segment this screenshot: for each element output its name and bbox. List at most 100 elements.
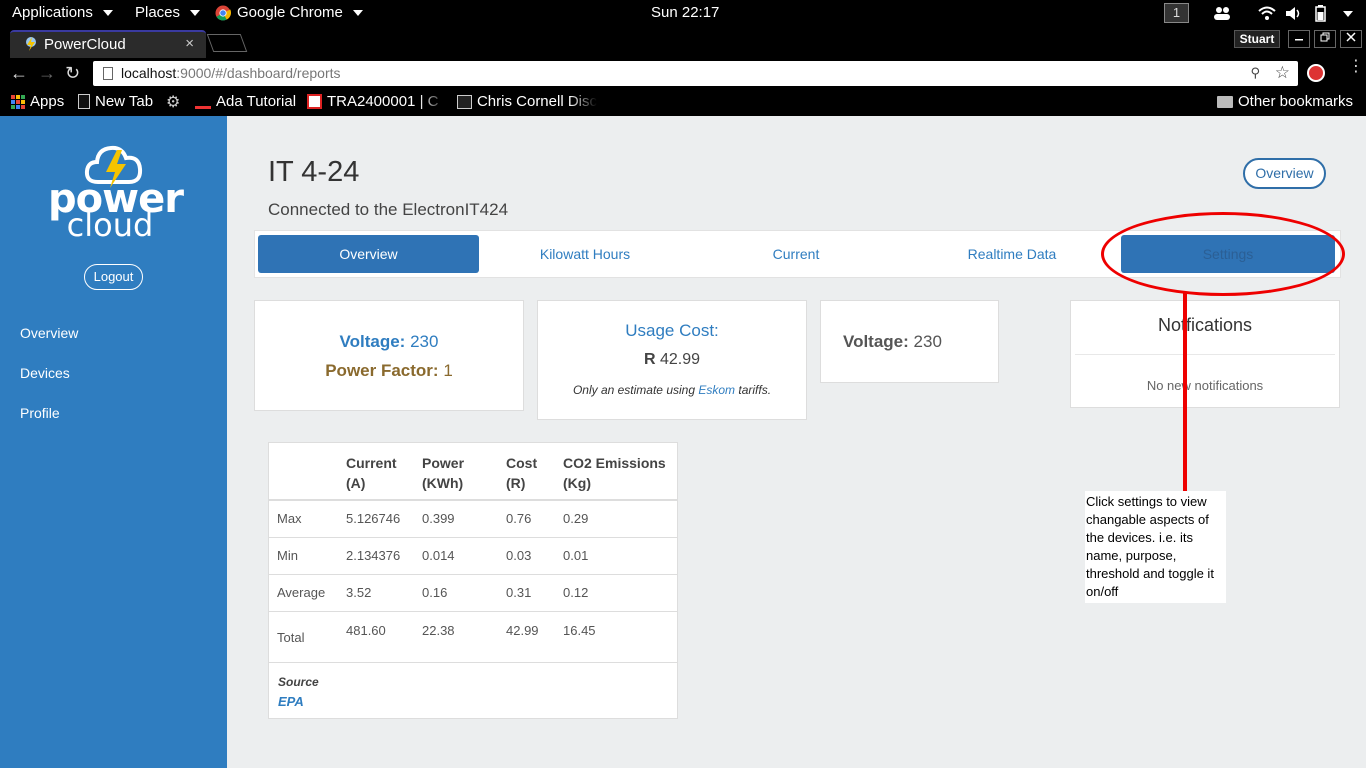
- table-row: Average 3.52 0.16 0.31 0.12: [269, 573, 677, 611]
- maximize-window-button[interactable]: [1314, 30, 1336, 48]
- bookmark-chris-cornell[interactable]: Chris Cornell Disc: [457, 93, 597, 110]
- voltage-line-2: Voltage: 230: [843, 332, 942, 351]
- usage-cost-title: Usage Cost:: [625, 321, 719, 340]
- bookmark-star-icon[interactable]: ☆: [1275, 63, 1290, 83]
- row-label: Max: [269, 499, 338, 537]
- cell-co2: 16.45: [555, 610, 677, 663]
- table-row: Max 5.126746 0.399 0.76 0.29: [269, 499, 677, 537]
- apps-grid-icon: [11, 94, 25, 109]
- clock[interactable]: Sun 22:17: [651, 4, 719, 21]
- table-header-cost: Cost (R): [498, 443, 555, 501]
- chrome-menu-icon[interactable]: ⋮: [1348, 59, 1364, 75]
- extension-icon[interactable]: [1307, 64, 1325, 82]
- tab-title: PowerCloud: [44, 36, 126, 53]
- close-tab-icon[interactable]: ×: [185, 35, 194, 52]
- back-arrow-icon[interactable]: ←: [10, 64, 28, 82]
- profile-button[interactable]: Stuart: [1234, 30, 1280, 48]
- key-icon[interactable]: ⚲: [1250, 65, 1260, 81]
- system-menu-chevron-icon[interactable]: [1343, 11, 1353, 17]
- bookmark-other[interactable]: Other bookmarks: [1217, 93, 1353, 110]
- battery-icon[interactable]: [1313, 5, 1331, 22]
- reload-icon[interactable]: ↻: [65, 64, 80, 82]
- usage-cost-card: Usage Cost: R 42.99 Only an estimate usi…: [537, 300, 807, 420]
- close-icon: [1346, 32, 1356, 42]
- overview-button[interactable]: Overview: [1243, 158, 1326, 189]
- annotation-note: Click settings to view changable aspects…: [1085, 491, 1226, 603]
- volume-icon[interactable]: [1285, 5, 1303, 22]
- tra-favicon-icon: [307, 94, 322, 109]
- cell-current: 3.52: [338, 573, 414, 611]
- browser-tab-powercloud[interactable]: PowerCloud ×: [10, 30, 206, 58]
- monitor-favicon-icon: [457, 94, 472, 109]
- minimize-icon: [1295, 39, 1303, 41]
- tab-overview[interactable]: Overview: [258, 235, 479, 273]
- tab-current[interactable]: Current: [691, 235, 901, 273]
- ada-favicon-icon: [195, 95, 211, 109]
- cell-cost: 0.03: [498, 536, 555, 574]
- wifi-icon[interactable]: [1258, 5, 1276, 22]
- places-menu[interactable]: Places: [135, 4, 201, 21]
- row-label: Average: [269, 573, 338, 611]
- forward-arrow-icon[interactable]: →: [38, 64, 56, 82]
- epa-source-link[interactable]: EPA: [278, 694, 304, 709]
- os-top-bar: Applications Places Google Chrome Sun 22…: [0, 0, 1366, 27]
- active-app-menu[interactable]: Google Chrome: [215, 4, 363, 21]
- bookmarks-bar: Apps New Tab ⚙ Ada Tutorial TRA2400001 |…: [0, 89, 1366, 116]
- folder-icon: [1217, 95, 1233, 108]
- cell-cost: 0.76: [498, 499, 555, 537]
- users-icon[interactable]: [1213, 5, 1231, 22]
- minimize-window-button[interactable]: [1288, 30, 1310, 48]
- voltage-card: Voltage: 230: [820, 300, 999, 383]
- chevron-down-icon: [190, 9, 201, 16]
- tab-kilowatt-hours[interactable]: Kilowatt Hours: [480, 235, 690, 273]
- divider: [269, 662, 677, 663]
- cell-cost: 0.31: [498, 573, 555, 611]
- annotation-pointer-line: [1183, 292, 1187, 491]
- estimate-note: Only an estimate using Eskom tariffs.: [572, 383, 772, 397]
- cell-power: 0.014: [414, 536, 498, 574]
- gear-icon[interactable]: ⚙: [166, 92, 180, 112]
- new-tab-button[interactable]: [206, 34, 248, 52]
- bookmark-tra2400001[interactable]: TRA2400001 | C: [307, 93, 447, 110]
- tab-realtime-data[interactable]: Realtime Data: [902, 235, 1122, 273]
- bookmark-ada-tutorial[interactable]: Ada Tutorial: [195, 93, 296, 110]
- chevron-down-icon: [352, 9, 363, 16]
- applications-menu[interactable]: Applications: [12, 4, 113, 21]
- chrome-icon: [215, 5, 231, 20]
- row-label: Min: [269, 536, 338, 574]
- cell-power: 0.399: [414, 499, 498, 537]
- sidebar-item-profile[interactable]: Profile: [20, 405, 60, 421]
- workspace-indicator[interactable]: 1: [1164, 3, 1189, 23]
- browser-tab-strip: PowerCloud × Stuart: [0, 27, 1366, 58]
- voltage-power-factor-card: Voltage: 230 Power Factor: 1: [254, 300, 524, 411]
- logo-word-cloud: cloud: [66, 206, 154, 244]
- url-text: localhost:9000/#/dashboard/reports: [121, 65, 341, 81]
- cell-current: 2.134376: [338, 536, 414, 574]
- cell-co2: 0.29: [555, 499, 677, 537]
- logout-button[interactable]: Logout: [84, 264, 143, 290]
- table-header-power: Power (KWh): [414, 443, 498, 501]
- address-bar[interactable]: localhost:9000/#/dashboard/reports ⚲ ☆: [93, 61, 1298, 86]
- browser-toolbar: ← → ↻ localhost:9000/#/dashboard/reports…: [0, 58, 1366, 89]
- cell-power: 0.16: [414, 573, 498, 611]
- table-row: Min 2.134376 0.014 0.03 0.01: [269, 536, 677, 574]
- source-label: Source: [278, 675, 319, 689]
- tab-settings[interactable]: Settings: [1121, 235, 1335, 273]
- voltage-line: Voltage: 230: [339, 332, 439, 351]
- powercloud-favicon-icon: [26, 37, 36, 51]
- cell-co2: 0.12: [555, 573, 677, 611]
- close-window-button[interactable]: [1340, 30, 1362, 48]
- usage-cost-value: R 42.99: [643, 351, 701, 368]
- eskom-link[interactable]: Eskom: [698, 383, 735, 397]
- table-header-current: Current (A): [338, 443, 414, 501]
- bookmark-new-tab[interactable]: New Tab: [78, 93, 153, 110]
- notifications-panel: Notfications No new notifications: [1070, 300, 1340, 408]
- page-subtitle: Connected to the ElectronIT424: [268, 200, 509, 219]
- statistics-table-card: Current (A) Power (KWh) Cost (R) CO2 Emissi…: [268, 442, 678, 719]
- bookmark-apps[interactable]: Apps: [11, 93, 64, 110]
- sidebar-item-overview[interactable]: Overview: [20, 325, 78, 341]
- table-row: Total 481.60 22.38 42.99 16.45: [269, 610, 677, 663]
- sidebar-item-devices[interactable]: Devices: [20, 365, 70, 381]
- page-info-icon[interactable]: [103, 67, 113, 80]
- chevron-down-icon: [102, 9, 113, 16]
